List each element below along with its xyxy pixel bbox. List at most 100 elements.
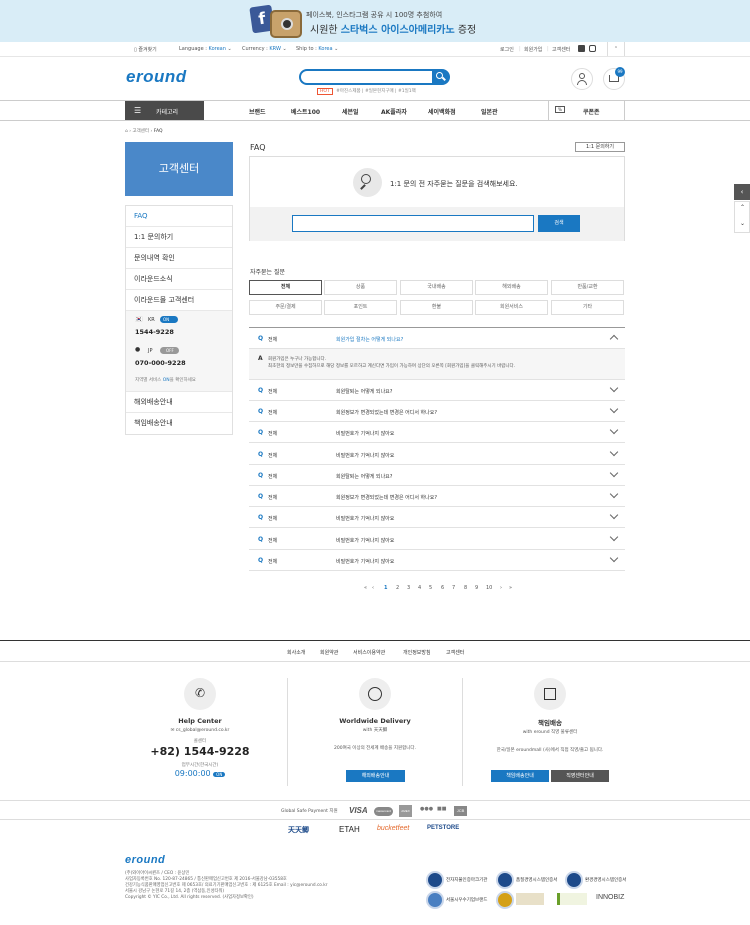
search-input[interactable] [299, 69, 436, 85]
login-link[interactable]: 로그인 [500, 46, 514, 53]
page-link[interactable]: 7 [452, 585, 455, 591]
sidebar-item-inquiry[interactable]: 1:1 문의하기 [126, 227, 232, 248]
jp-status-toggle[interactable]: OFF [160, 347, 179, 354]
jp-flag-icon: ● [135, 346, 141, 353]
visa-logo: VISA [349, 806, 368, 815]
faq-row[interactable]: Q 전체 비밀번호가 기억나지 않아요 [249, 422, 625, 443]
footer-link-cs[interactable]: 고객센터 [446, 649, 464, 656]
nav-item-brand[interactable]: 브랜드 [249, 107, 266, 116]
sidebar-item-faq[interactable]: FAQ [126, 206, 232, 227]
category-overseas[interactable]: 해외배송 [475, 280, 548, 295]
faq-row-open[interactable]: Q 전체 회원가입 절차는 어떻게 되나요? [249, 328, 625, 349]
instagram-icon [270, 10, 302, 38]
prev-page-icon[interactable]: ‹ [372, 585, 374, 591]
inquiry-button[interactable]: 1:1 문의하기 [575, 142, 625, 152]
category-refund[interactable]: 환불 [400, 300, 473, 315]
nav-item-sei[interactable]: 세이백화점 [428, 107, 456, 116]
category-etc[interactable]: 기타 [551, 300, 624, 315]
sidebar-item-overseas-delivery[interactable]: 해외배송안내 [126, 392, 232, 413]
help-center: ✆ Help Center ✉ cs_global@eround.co.kr 콜… [125, 678, 275, 778]
nav-item-japan[interactable]: 일본관 [481, 107, 498, 116]
coupon-zone-button[interactable]: % 쿠폰존 [548, 101, 625, 120]
bookmark-link[interactable]: ▯ 즐겨찾기 [134, 46, 157, 53]
category-point[interactable]: 포인트 [324, 300, 397, 315]
category-product[interactable]: 상품 [324, 280, 397, 295]
faq-search-input[interactable] [292, 215, 534, 232]
page-link[interactable]: 9 [475, 585, 478, 591]
search-tags: HOT #마진스제품 | #일본현지구매 | #1일1팩 [317, 88, 416, 95]
search-button[interactable] [432, 69, 450, 85]
footer-link-company[interactable]: 회사소개 [287, 649, 305, 656]
category-all[interactable]: 전체 [249, 280, 322, 295]
footer-link-terms[interactable]: 회원약관 [320, 649, 338, 656]
responsible-delivery-button[interactable]: 책임배송안내 [491, 770, 549, 782]
join-link[interactable]: 회원가입 [524, 46, 542, 53]
cs-link[interactable]: 고객센터 [552, 46, 570, 53]
page-link[interactable]: 1 [384, 585, 387, 591]
sidebar-item-mall-cs[interactable]: 이라운드몰 고객센터 [126, 290, 232, 311]
page-link[interactable]: 5 [429, 585, 432, 591]
faq-row[interactable]: Q 전체 회원탈퇴는 어떻게 되나요? [249, 465, 625, 486]
award-badge-icon [516, 893, 544, 905]
cs-regions: 🇰🇷 KR ON 1544-9228 ● JP OFF 070-000-9228… [126, 311, 232, 392]
home-icon[interactable]: ⌂ [125, 129, 128, 134]
breadcrumb: ⌂ › 고객센터 › FAQ [125, 129, 163, 134]
globe-icon [359, 678, 391, 710]
first-page-icon[interactable]: « [364, 585, 367, 591]
category-member[interactable]: 회원서비스 [475, 300, 548, 315]
page-link[interactable]: 6 [441, 585, 444, 591]
nav-item-best100[interactable]: 베스트100 [291, 107, 320, 116]
facebook-small-icon[interactable] [578, 45, 585, 52]
currency-select[interactable]: Currency : KRW ⌄ [242, 46, 287, 52]
partner-petstore: PETSTORE [427, 825, 460, 831]
scroll-down-icon[interactable]: ⌄ [740, 220, 745, 227]
faq-search-button[interactable]: 검색 [538, 215, 580, 232]
faq-row[interactable]: Q 전체 비밀번호가 기억나지 않아요 [249, 444, 625, 465]
faq-answer: A 회원가입은 누구나 가능합니다. 최초한의 정보만을 수집하므로 해당 정보… [249, 349, 625, 380]
faq-row[interactable]: Q 전체 회원탈퇴는 어떻게 되나요? [249, 380, 625, 401]
category-menu-button[interactable]: ☰ 카테고리 [125, 101, 204, 120]
scroll-controls: ⌃ ⌄ [734, 201, 750, 233]
scroll-up-icon[interactable]: ⌃ [740, 204, 745, 211]
page-link[interactable]: 2 [396, 585, 399, 591]
direct-center-button[interactable]: 직영센터안내 [551, 770, 609, 782]
sidebar-item-news[interactable]: 이라운드소식 [126, 269, 232, 290]
category-domestic[interactable]: 국내배송 [400, 280, 473, 295]
nav-item-ak-plaza[interactable]: AK플라자 [381, 107, 407, 116]
last-page-icon[interactable]: » [509, 585, 512, 591]
faq-search-panel: 1:1 문의 전 자주묻는 질문을 검색해보세요. 검색 [249, 156, 625, 241]
promo-banner[interactable]: f 페이스북, 인스타그램 공유 시 100명 추첨하여 시원한 스타벅스 아이… [0, 0, 750, 42]
ship-to-select[interactable]: Ship to : Korea ⌄ [296, 46, 338, 52]
page-link[interactable]: 8 [464, 585, 467, 591]
category-return[interactable]: 반품/교환 [551, 280, 624, 295]
faq-row[interactable]: Q 전체 회원정보가 변경되었는데 변경은 어디서 하나요? [249, 401, 625, 422]
sidebar-item-history[interactable]: 문의내역 확인 [126, 248, 232, 269]
jcb-logo: JCB [454, 806, 467, 816]
chevron-down-icon [609, 425, 619, 435]
language-select[interactable]: Language : Korean ⌄ [179, 46, 232, 52]
faq-row[interactable]: Q 전체 비밀번호가 기억나지 않아요 [249, 529, 625, 550]
kr-status-toggle[interactable]: ON [160, 316, 178, 323]
cert-badge-icon [565, 871, 583, 889]
chevron-down-icon [609, 383, 619, 393]
page-link[interactable]: 10 [486, 585, 492, 591]
faq-row[interactable]: Q 전체 비밀번호가 기억나지 않아요 [249, 550, 625, 571]
chevron-up-icon[interactable]: ⌃ [607, 42, 625, 56]
my-account-button[interactable] [571, 68, 593, 90]
main-nav: ☰ 카테고리 브랜드 베스트100 세븐일 AK플라자 세이백화점 일본관 % … [0, 100, 750, 121]
instagram-small-icon[interactable] [589, 45, 596, 52]
page-link[interactable]: 3 [407, 585, 410, 591]
faq-row[interactable]: Q 전체 비밀번호가 기억나지 않아요 [249, 507, 625, 528]
overseas-delivery-button[interactable]: 해외배송안내 [346, 770, 405, 782]
category-payment[interactable]: 주문/결제 [249, 300, 322, 315]
next-page-icon[interactable]: › [500, 585, 502, 591]
page-link[interactable]: 4 [418, 585, 421, 591]
help-email[interactable]: ✉ cs_global@eround.co.kr [125, 728, 275, 733]
footer-link-privacy[interactable]: 개인정보방침 [403, 649, 431, 656]
site-logo[interactable]: eround [126, 67, 187, 87]
footer-link-service[interactable]: 서비스이용약관 [353, 649, 385, 656]
chevron-left-icon[interactable]: ‹ [734, 184, 750, 200]
nav-item-seven[interactable]: 세븐일 [342, 107, 359, 116]
sidebar-item-responsible-delivery[interactable]: 책임배송안내 [126, 413, 232, 434]
faq-row[interactable]: Q 전체 회원정보가 변경되었는데 변경은 어디서 하나요? [249, 486, 625, 507]
